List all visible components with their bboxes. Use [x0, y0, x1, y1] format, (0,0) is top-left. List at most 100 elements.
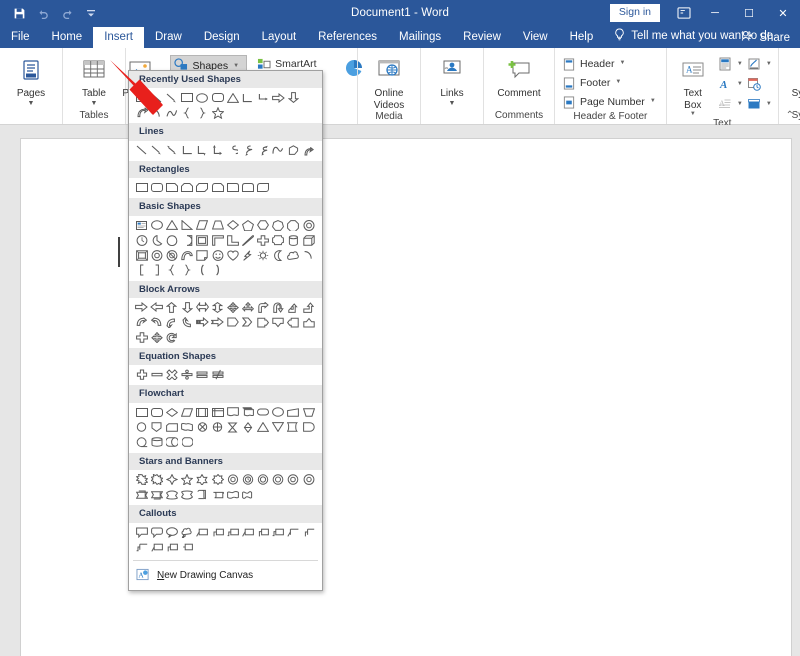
- shape-left-arrow[interactable]: [149, 300, 164, 315]
- shape-double-wave[interactable]: [240, 487, 255, 502]
- shape-flowchart-sort[interactable]: [240, 420, 255, 435]
- shape-division[interactable]: [180, 367, 195, 382]
- shape-chevron[interactable]: [240, 315, 255, 330]
- shape-donut[interactable]: [149, 248, 164, 263]
- shape-line-callout-no-border-1[interactable]: [149, 540, 164, 555]
- shape-flowchart-preparation[interactable]: [271, 405, 286, 420]
- shape-line-callout-accent-2[interactable]: [301, 525, 316, 540]
- shape-l-shape[interactable]: [225, 233, 240, 248]
- chevron-down-icon[interactable]: ▼: [736, 81, 744, 87]
- shape-equal[interactable]: [195, 367, 210, 382]
- shape-flowchart-delay[interactable]: [301, 420, 316, 435]
- shape-vertical-scroll[interactable]: [195, 487, 210, 502]
- shape-not-equal[interactable]: [210, 367, 225, 382]
- shape-flowchart-direct-access-storage[interactable]: [164, 435, 179, 450]
- shape-curved-left-arrow[interactable]: [149, 315, 164, 330]
- shape-flowchart-document[interactable]: [225, 405, 240, 420]
- shape-flowchart-manual-operation[interactable]: [301, 405, 316, 420]
- tab-home[interactable]: Home: [41, 27, 94, 48]
- shape-isosceles-triangle[interactable]: [225, 90, 240, 105]
- shape-flowchart-off-page-connector[interactable]: [149, 420, 164, 435]
- shape-elbow-arrow-connector[interactable]: [195, 143, 210, 158]
- shape-16-point-star[interactable]: [271, 472, 286, 487]
- shape-line-callout-1-border[interactable]: [240, 525, 255, 540]
- online-videos-button[interactable]: Online Videos: [363, 53, 415, 111]
- shape-5-point-star[interactable]: [180, 472, 195, 487]
- shape-curved-right-arrow[interactable]: [134, 315, 149, 330]
- tab-mailings[interactable]: Mailings: [388, 27, 452, 48]
- close-button[interactable]: ✕: [766, 0, 800, 26]
- shape-octagon[interactable]: [286, 218, 301, 233]
- shape-dodecagon[interactable]: [134, 233, 149, 248]
- quick-parts-button[interactable]: [716, 54, 735, 73]
- chevron-down-icon[interactable]: ▼: [91, 100, 98, 107]
- shape-minus[interactable]: [149, 367, 164, 382]
- tab-layout[interactable]: Layout: [251, 27, 308, 48]
- shape-10-point-star[interactable]: [240, 472, 255, 487]
- shape-bevel[interactable]: [134, 248, 149, 263]
- chevron-down-icon[interactable]: ▼: [689, 111, 697, 118]
- shape-text-box[interactable]: [134, 218, 149, 233]
- text-box-button[interactable]: A Text Box ▼: [672, 53, 714, 118]
- shape-line-callout-accent-1[interactable]: [286, 525, 301, 540]
- shape-round-diagonal-corner-rectangle[interactable]: [256, 180, 271, 195]
- shape-bent-up-arrow[interactable]: [301, 300, 316, 315]
- shape-flowchart-merge[interactable]: [271, 420, 286, 435]
- tab-review[interactable]: Review: [452, 27, 512, 48]
- shape-hexagon[interactable]: [256, 218, 271, 233]
- shape-arrow[interactable]: [149, 143, 164, 158]
- shape-chord[interactable]: [180, 233, 195, 248]
- shape-cloud[interactable]: [286, 248, 301, 263]
- shape-snip-diagonal-corner-rectangle[interactable]: [195, 180, 210, 195]
- new-drawing-canvas-item[interactable]: A New Drawing Canvas: [129, 563, 322, 588]
- links-button[interactable]: Links ▼: [426, 53, 478, 107]
- shape-scribble[interactable]: [301, 143, 316, 158]
- shape-arc[interactable]: [149, 105, 164, 120]
- object-button[interactable]: [745, 94, 764, 113]
- chevron-down-icon[interactable]: ▼: [232, 63, 240, 69]
- shape-cube[interactable]: [301, 233, 316, 248]
- shape-quad-arrow-callout[interactable]: [149, 330, 164, 345]
- shape-flowchart-stored-data[interactable]: [286, 420, 301, 435]
- shape-snip-same-side-corner-rectangle[interactable]: [180, 180, 195, 195]
- shape-circular-arrow[interactable]: [164, 330, 179, 345]
- shape-rounded-rectangle[interactable]: [210, 90, 225, 105]
- shape-6-point-star[interactable]: [195, 472, 210, 487]
- shape-up-down-arrow[interactable]: [210, 300, 225, 315]
- shape-24-point-star[interactable]: [286, 472, 301, 487]
- shape-line-callout-3[interactable]: [225, 525, 240, 540]
- signature-line-button[interactable]: [745, 54, 764, 73]
- shape-curved-down-ribbon[interactable]: [180, 487, 195, 502]
- share-button[interactable]: Share: [741, 30, 790, 45]
- shape-flowchart-collate[interactable]: [225, 420, 240, 435]
- shape-explosion-2[interactable]: [149, 472, 164, 487]
- shape-block-arc[interactable]: [180, 248, 195, 263]
- shape-flowchart-multidocument[interactable]: [240, 405, 255, 420]
- shape-elbow-connector[interactable]: [240, 90, 255, 105]
- shape-smiley-face[interactable]: [210, 248, 225, 263]
- shape-left-brace[interactable]: [164, 263, 179, 278]
- shape-32-point-star[interactable]: [301, 472, 316, 487]
- tab-help[interactable]: Help: [559, 27, 605, 48]
- shape-left-right-arrow-callout[interactable]: [134, 330, 149, 345]
- shape-no-symbol[interactable]: [164, 248, 179, 263]
- shape-rounded-rectangular-callout[interactable]: [149, 525, 164, 540]
- chevron-down-icon[interactable]: ▼: [649, 98, 657, 105]
- shape-folded-corner[interactable]: [195, 248, 210, 263]
- shape-horizontal-scroll[interactable]: [210, 487, 225, 502]
- shape-flowchart-display[interactable]: [180, 435, 195, 450]
- chevron-down-icon[interactable]: ▼: [618, 60, 626, 67]
- shape-left-parenthesis[interactable]: [195, 263, 210, 278]
- tab-view[interactable]: View: [512, 27, 559, 48]
- shape-isosceles-triangle[interactable]: [164, 218, 179, 233]
- shape-text-box[interactable]: [134, 90, 149, 105]
- chevron-down-icon[interactable]: ▼: [765, 101, 773, 107]
- shape-wave[interactable]: [225, 487, 240, 502]
- shape-flowchart-or[interactable]: [210, 420, 225, 435]
- shape-flowchart-internal-storage[interactable]: [210, 405, 225, 420]
- shape-pentagon-arrow[interactable]: [225, 315, 240, 330]
- shape-left-up-arrow[interactable]: [286, 300, 301, 315]
- shape-up-ribbon[interactable]: [134, 487, 149, 502]
- shape-right-brace[interactable]: [195, 105, 210, 120]
- shape-moon[interactable]: [271, 248, 286, 263]
